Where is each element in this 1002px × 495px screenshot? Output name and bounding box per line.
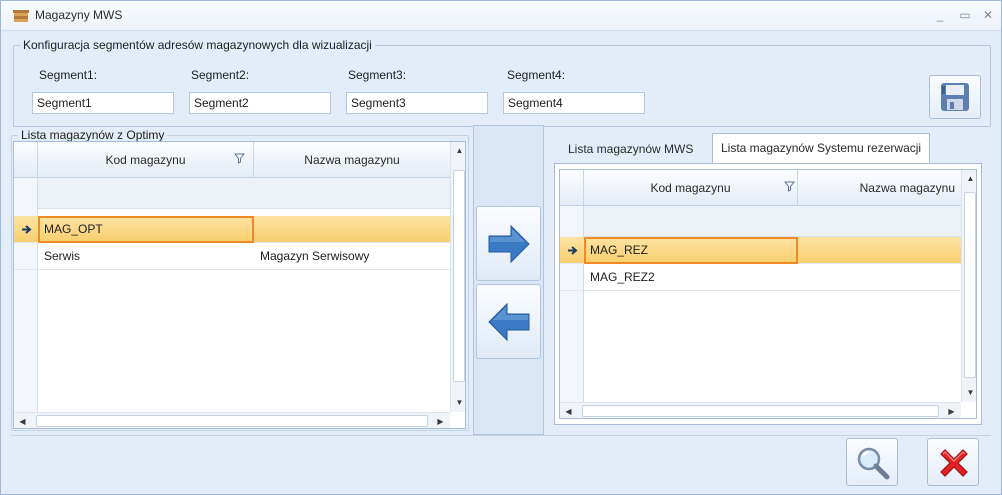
cell-kod[interactable]: MAG_REZ	[584, 237, 798, 264]
title-bar: Magazyny MWS _ ▭ ✕	[1, 1, 1001, 31]
red-x-icon	[940, 449, 968, 477]
transfer-panel	[473, 125, 544, 435]
filter-icon[interactable]	[234, 153, 245, 164]
cell-kod[interactable]: MAG_OPT	[38, 216, 254, 243]
scroll-thumb[interactable]	[582, 405, 939, 417]
window-title: Magazyny MWS	[35, 8, 123, 22]
row-pointer-icon	[22, 225, 32, 234]
col-header-nazwa-label: Nazwa magazynu	[304, 153, 400, 167]
segment4-field[interactable]	[503, 92, 645, 114]
reservation-grid-header: Kod magazynu Nazwa magazynu	[560, 170, 961, 206]
cell-kod[interactable]: Serwis	[38, 243, 254, 270]
bottom-toolbar	[11, 435, 991, 487]
col-header-kod[interactable]: Kod magazynu	[38, 142, 254, 178]
segments-group: Konfiguracja segmentów adresów magazynow…	[13, 38, 991, 127]
col-header-nazwa[interactable]: Nazwa magazynu	[254, 142, 450, 178]
segment1-field[interactable]	[32, 92, 174, 114]
save-button[interactable]	[929, 75, 981, 119]
col-header-nazwa-label: Nazwa magazynu	[859, 181, 955, 195]
segment2-label: Segment2:	[191, 68, 250, 82]
magnifier-icon	[857, 447, 890, 480]
segment3-field[interactable]	[346, 92, 488, 114]
search-button[interactable]	[846, 438, 898, 486]
col-header-kod-label: Kod magazynu	[105, 153, 186, 167]
cell-nazwa[interactable]: Magazyn Serwisowy	[254, 243, 450, 270]
scroll-right-arrow-icon[interactable]: ▶	[432, 413, 449, 428]
tab-reservation[interactable]: Lista magazynów Systemu rezerwacji	[712, 133, 931, 163]
filter-icon[interactable]	[784, 181, 795, 192]
cell-kod[interactable]: MAG_REZ2	[584, 264, 798, 291]
col-header-kod-label: Kod magazynu	[650, 181, 731, 195]
table-row[interactable]: MAG_OPT	[14, 216, 450, 243]
floppy-disk-icon	[941, 83, 969, 111]
horizontal-scrollbar[interactable]: ◀ ▶	[560, 402, 961, 418]
segment1-label: Segment1:	[39, 68, 98, 82]
main-window: Magazyny MWS _ ▭ ✕ Konfiguracja segmentó…	[0, 0, 1002, 495]
maximize-button[interactable]: ▭	[956, 7, 974, 23]
cell-nazwa[interactable]	[798, 264, 961, 291]
segments-group-title: Konfiguracja segmentów adresów magazynow…	[20, 38, 375, 52]
vertical-scrollbar[interactable]: ▲ ▼	[450, 142, 465, 412]
cell-nazwa[interactable]	[254, 216, 450, 243]
warehouse-app-icon	[13, 10, 29, 22]
segment2-field[interactable]	[189, 92, 331, 114]
row-pointer-icon	[568, 246, 578, 255]
scroll-down-arrow-icon[interactable]: ▼	[451, 394, 465, 411]
optima-grid-header: Kod magazynu Nazwa magazynu	[14, 142, 450, 178]
minimize-button[interactable]: _	[931, 7, 949, 23]
arrow-right-icon	[488, 224, 530, 264]
cell-nazwa[interactable]	[798, 237, 961, 264]
table-row[interactable]: Serwis Magazyn Serwisowy	[14, 243, 450, 270]
scroll-right-arrow-icon[interactable]: ▶	[943, 403, 960, 418]
optima-group-title: Lista magazynów z Optimy	[18, 128, 168, 142]
reservation-grid: Kod magazynu Nazwa magazynu MAG_REZ MAG_…	[559, 169, 977, 419]
header-corner	[14, 142, 38, 178]
table-row[interactable]: MAG_REZ	[560, 237, 961, 264]
vertical-scrollbar[interactable]: ▲ ▼	[961, 170, 976, 402]
scroll-up-arrow-icon[interactable]: ▲	[451, 142, 465, 159]
scroll-thumb[interactable]	[453, 170, 465, 382]
segment3-label: Segment3:	[348, 68, 407, 82]
row-indicator-column	[14, 142, 38, 412]
move-left-button[interactable]	[476, 284, 541, 359]
scroll-down-arrow-icon[interactable]: ▼	[962, 384, 976, 401]
filter-row[interactable]	[584, 206, 961, 237]
scroll-up-arrow-icon[interactable]: ▲	[962, 170, 976, 187]
tab-mws-label: Lista magazynów MWS	[568, 142, 694, 156]
arrow-left-icon	[488, 302, 530, 342]
optima-grid: Kod magazynu Nazwa magazynu MAG_OPT Serw…	[13, 141, 466, 429]
col-header-nazwa[interactable]: Nazwa magazynu	[798, 170, 961, 206]
scroll-thumb[interactable]	[964, 192, 976, 378]
segment4-label: Segment4:	[507, 68, 566, 82]
scroll-left-arrow-icon[interactable]: ◀	[560, 403, 577, 418]
close-button[interactable]	[927, 438, 979, 486]
filter-row[interactable]	[38, 178, 450, 209]
horizontal-scrollbar[interactable]: ◀ ▶	[14, 412, 450, 428]
col-header-kod[interactable]: Kod magazynu	[584, 170, 798, 206]
scroll-left-arrow-icon[interactable]: ◀	[14, 413, 31, 428]
tab-mws[interactable]: Lista magazynów MWS	[559, 134, 702, 162]
move-right-button[interactable]	[476, 206, 541, 281]
close-window-button[interactable]: ✕	[979, 7, 997, 23]
table-row[interactable]: MAG_REZ2	[560, 264, 961, 291]
scroll-thumb[interactable]	[36, 415, 428, 427]
tab-reservation-label: Lista magazynów Systemu rezerwacji	[721, 141, 922, 155]
header-corner	[560, 170, 584, 206]
